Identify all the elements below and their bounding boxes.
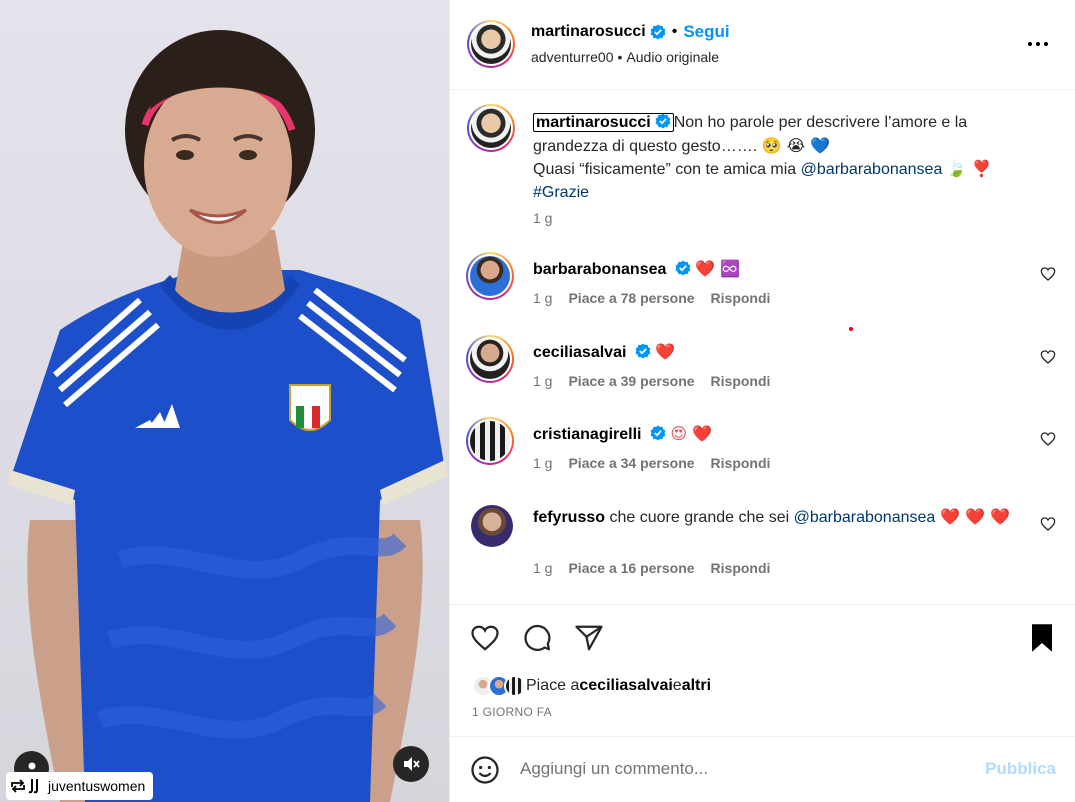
comment-time[interactable]: 1 g	[533, 455, 552, 471]
like-comment-heart-icon[interactable]	[1040, 349, 1056, 365]
comment-likes[interactable]: Piace a 34 persone	[568, 455, 694, 471]
likes-summary[interactable]: Piace a ceciliasalvai e altri	[472, 675, 711, 697]
repost-username[interactable]: juventuswomen	[48, 778, 145, 794]
post-media[interactable]: juventuswomen	[0, 0, 449, 802]
speaker-muted-icon	[404, 757, 420, 771]
comment-time[interactable]: 1 g	[533, 373, 552, 389]
caption-username[interactable]: martinarosucci	[533, 113, 674, 132]
comment-text: 😍 ❤️	[670, 424, 713, 443]
comment-composer: Pubblica	[450, 736, 1075, 802]
caption-author-avatar[interactable]	[467, 104, 515, 152]
comment-emojis: ❤️ ❤️ ❤️	[935, 507, 1011, 526]
verified-badge-icon	[675, 260, 691, 276]
post-date[interactable]: 1 GIORNO FA	[472, 705, 552, 719]
separator-dot: •	[671, 23, 678, 40]
comment-avatar[interactable]	[466, 417, 514, 465]
audio-owner[interactable]: adventurre00	[531, 49, 614, 65]
publish-button[interactable]: Pubblica	[985, 759, 1056, 779]
share-icon[interactable]	[574, 623, 604, 653]
post-header: martinarosucci • Segui adventurre00 • Au…	[450, 0, 1075, 90]
likes-middle: e	[672, 677, 682, 694]
comment-username[interactable]: fefyrusso	[533, 509, 605, 526]
comment-avatar[interactable]	[466, 335, 514, 383]
comment-item: fefyrusso che cuore grande che sei @barb…	[466, 501, 1066, 591]
verified-badge-icon	[635, 343, 651, 359]
like-comment-heart-icon[interactable]	[1040, 266, 1056, 282]
comment-text: che cuore grande che sei	[609, 509, 794, 526]
comment-likes[interactable]: Piace a 78 persone	[568, 290, 694, 306]
caption-text-line2: Quasi “fisicamente” con te amica mia	[533, 161, 801, 178]
comment-item: ceciliasalvai ❤️ 1 g Piace a 39 persone …	[466, 335, 1066, 405]
follow-button[interactable]: Segui	[683, 22, 729, 42]
caption-mention[interactable]: @barbarabonansea	[801, 161, 943, 178]
mute-button[interactable]	[393, 746, 429, 782]
author-username[interactable]: martinarosucci	[531, 23, 646, 41]
comment-mention[interactable]: @barbarabonansea	[794, 509, 936, 526]
reply-button[interactable]: Rispondi	[711, 560, 771, 576]
likes-prefix: Piace a	[526, 677, 580, 694]
comment-icon[interactable]	[522, 623, 552, 653]
more-icon	[1028, 42, 1048, 46]
comment-item: barbarabonansea ❤️ ♾️ 1 g Piace a 78 per…	[466, 252, 1066, 322]
more-options-button[interactable]	[1026, 34, 1050, 54]
verified-badge-icon	[650, 425, 666, 441]
comment-time[interactable]: 1 g	[533, 290, 552, 306]
caption-emojis: 🥺 😭 💙	[761, 135, 831, 155]
comment-time[interactable]: 1 g	[533, 560, 552, 576]
likes-user[interactable]: ceciliasalvai	[579, 677, 672, 695]
verified-badge-icon	[655, 113, 671, 129]
post-side-panel: martinarosucci • Segui adventurre00 • Au…	[449, 0, 1075, 802]
comment-avatar[interactable]	[471, 505, 513, 547]
juventus-logo-icon	[28, 779, 38, 794]
repost-tag[interactable]: juventuswomen	[6, 772, 154, 800]
post-photo	[8, 30, 447, 802]
reply-button[interactable]: Rispondi	[711, 290, 771, 306]
like-heart-icon[interactable]	[470, 623, 500, 653]
reply-button[interactable]: Rispondi	[711, 373, 771, 389]
comment-text: ❤️ ♾️	[695, 259, 741, 278]
comment-text: ❤️	[655, 342, 676, 361]
comment-input[interactable]	[520, 759, 960, 779]
comment-likes[interactable]: Piace a 16 persone	[568, 560, 694, 576]
post-actions: Piace a ceciliasalvai e altri 1 GIORNO F…	[450, 604, 1075, 736]
verified-badge-icon	[650, 24, 666, 40]
caption-time[interactable]: 1 g	[533, 210, 552, 226]
save-bookmark-icon[interactable]	[1028, 623, 1056, 653]
indicator-dot	[849, 327, 853, 331]
separator-dot: •	[617, 49, 623, 65]
caption-emojis-2: 🍃 ❣️	[946, 159, 992, 178]
author-avatar[interactable]	[467, 20, 515, 68]
comment-username[interactable]: barbarabonansea	[533, 261, 666, 278]
likers-avatars	[472, 675, 526, 697]
audio-label[interactable]: Audio originale	[626, 49, 719, 65]
likes-others[interactable]: altri	[682, 677, 711, 695]
like-comment-heart-icon[interactable]	[1040, 516, 1056, 532]
reply-button[interactable]: Rispondi	[711, 455, 771, 471]
repost-icon	[11, 779, 25, 793]
comment-avatar[interactable]	[466, 252, 514, 300]
like-comment-heart-icon[interactable]	[1040, 431, 1056, 447]
emoji-picker-icon[interactable]	[470, 755, 500, 785]
comment-likes[interactable]: Piace a 39 persone	[568, 373, 694, 389]
comment-item: cristianagirelli 😍 ❤️ 1 g Piace a 34 per…	[466, 417, 1066, 487]
comment-username[interactable]: cristianagirelli	[533, 426, 642, 443]
comment-username[interactable]: ceciliasalvai	[533, 344, 626, 361]
caption-hashtag[interactable]: #Grazie	[533, 184, 589, 201]
